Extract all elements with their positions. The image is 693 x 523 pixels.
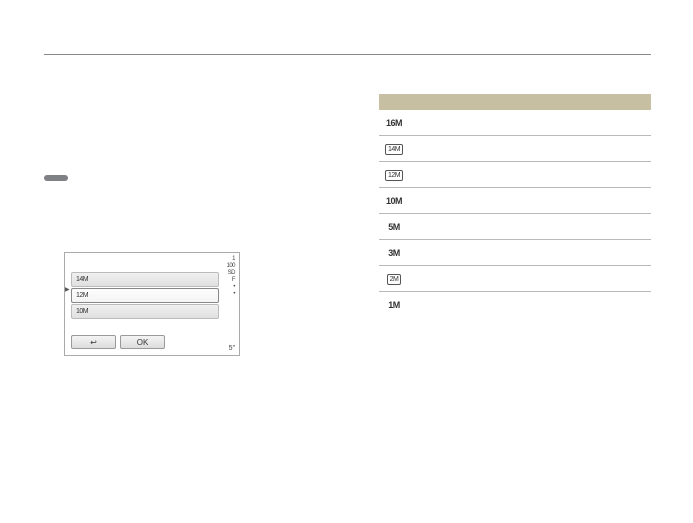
size-10m-icon: 10M (379, 196, 409, 206)
menu-item[interactable]: 10M (71, 304, 219, 319)
lcd-side-a: 1 (232, 256, 235, 262)
back-button[interactable]: ↩ (71, 335, 116, 349)
lcd-side-c: SD (228, 270, 235, 276)
size-12m-icon: 12M (76, 292, 88, 299)
section-pill (44, 175, 68, 181)
triangle-right-icon: ▶ (65, 286, 70, 293)
size-16m-icon: 16M (379, 118, 409, 128)
size-2m-icon: 2M (379, 273, 409, 285)
size-12m-icon: 12M (379, 169, 409, 181)
table-row: 1M (379, 292, 651, 317)
table-row: 3M (379, 240, 651, 266)
lcd-preview: 1 100 SD F • • ▶ 14M 12M 10M ↩ OK 5″ (64, 252, 240, 356)
table-row: 14M (379, 136, 651, 162)
size-5m-icon: 5M (379, 222, 409, 232)
size-3m-icon: 3M (379, 248, 409, 258)
table-row: 5M (379, 214, 651, 240)
lcd-bottom-right: 5″ (229, 345, 235, 352)
lcd-status-icons: 1 100 SD F • • (226, 256, 235, 297)
size-10m-icon: 10M (76, 308, 88, 315)
menu-item-selected[interactable]: 12M (71, 288, 219, 303)
menu-item[interactable]: 14M (71, 272, 219, 287)
table-header (379, 94, 651, 110)
table-row: 10M (379, 188, 651, 214)
top-rule (44, 54, 651, 55)
table-row: 16M (379, 110, 651, 136)
table-row: 2M (379, 266, 651, 292)
lcd-side-e: • (233, 284, 235, 290)
size-14m-icon: 14M (379, 143, 409, 155)
lcd-side-b: 100 (226, 263, 235, 269)
lcd-button-row: ↩ OK (71, 335, 165, 349)
lcd-side-f: • (233, 291, 235, 297)
ok-button[interactable]: OK (120, 335, 165, 349)
resolution-table: 16M 14M 12M 10M 5M 3M 2M 1M (379, 94, 651, 317)
size-14m-icon: 14M (76, 276, 88, 283)
table-row: 12M (379, 162, 651, 188)
size-1m-icon: 1M (379, 300, 409, 310)
menu-list: 14M 12M 10M (71, 272, 219, 320)
lcd-side-d: F (232, 277, 235, 283)
